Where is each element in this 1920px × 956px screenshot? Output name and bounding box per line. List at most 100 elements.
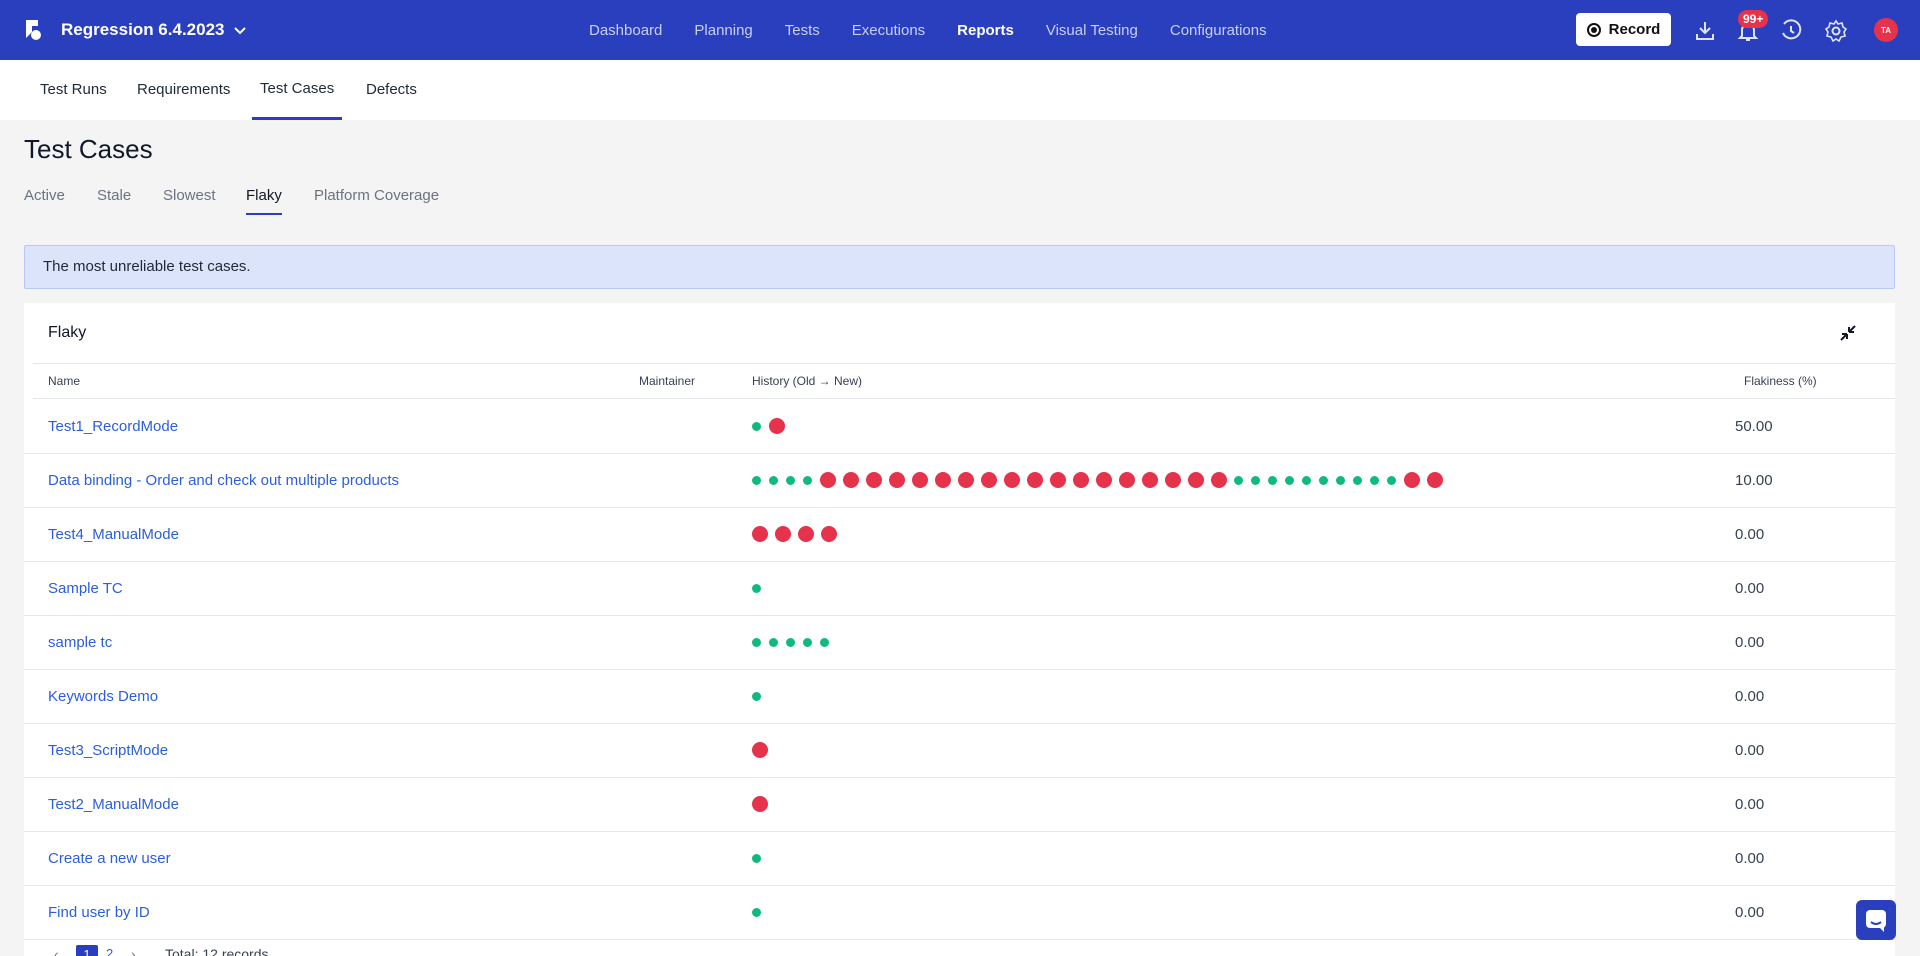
nav-configurations[interactable]: Configurations: [1170, 22, 1267, 39]
passed-run-dot[interactable]: [1302, 475, 1311, 485]
failed-run-dot[interactable]: [866, 472, 882, 488]
col-flakiness[interactable]: Flakiness (%): [1744, 374, 1817, 388]
record-button[interactable]: Record: [1576, 13, 1671, 46]
passed-run-dot[interactable]: [752, 907, 761, 917]
failed-run-dot[interactable]: [843, 472, 859, 488]
tab-test-cases[interactable]: Test Cases: [252, 60, 343, 120]
failed-run-dot[interactable]: [752, 796, 768, 812]
tab-slowest[interactable]: Slowest: [163, 187, 216, 204]
record-icon: [1586, 22, 1601, 37]
tab-requirements[interactable]: Requirements: [137, 60, 230, 120]
test-case-link[interactable]: Test3_ScriptMode: [48, 742, 168, 759]
failed-run-dot[interactable]: [798, 526, 814, 542]
col-maintainer[interactable]: Maintainer: [639, 374, 695, 388]
test-case-link[interactable]: Find user by ID: [48, 904, 150, 921]
page-1-button[interactable]: 1: [76, 945, 98, 956]
project-name[interactable]: Regression 6.4.2023: [61, 0, 224, 60]
top-nav: Dashboard Planning Tests Executions Repo…: [589, 0, 1299, 60]
nav-dashboard[interactable]: Dashboard: [589, 22, 662, 39]
passed-run-dot[interactable]: [1319, 475, 1328, 485]
reports-sub-nav: Test Runs Requirements Test Cases Defect…: [0, 60, 1920, 120]
failed-run-dot[interactable]: [821, 526, 837, 542]
failed-run-dot[interactable]: [1142, 472, 1158, 488]
next-page-icon[interactable]: ›: [131, 946, 136, 956]
page-2-button[interactable]: 2: [106, 946, 113, 956]
failed-run-dot[interactable]: [1004, 472, 1020, 488]
passed-run-dot[interactable]: [1387, 475, 1396, 485]
tab-platform-coverage[interactable]: Platform Coverage: [314, 187, 439, 204]
table-row: sample tc 0.00: [24, 616, 1895, 670]
failed-run-dot[interactable]: [1096, 472, 1112, 488]
passed-run-dot[interactable]: [1285, 475, 1294, 485]
col-name[interactable]: Name: [48, 374, 80, 388]
tab-test-runs[interactable]: Test Runs: [40, 60, 107, 120]
test-case-link[interactable]: Test1_RecordMode: [48, 418, 178, 435]
tab-active[interactable]: Active: [24, 187, 65, 204]
failed-run-dot[interactable]: [1404, 472, 1420, 488]
passed-run-dot[interactable]: [752, 637, 761, 647]
passed-run-dot[interactable]: [786, 637, 795, 647]
failed-run-dot[interactable]: [775, 526, 791, 542]
passed-run-dot[interactable]: [803, 475, 812, 485]
passed-run-dot[interactable]: [1353, 475, 1362, 485]
passed-run-dot[interactable]: [752, 583, 761, 593]
failed-run-dot[interactable]: [1027, 472, 1043, 488]
passed-run-dot[interactable]: [752, 691, 761, 701]
failed-run-dot[interactable]: [958, 472, 974, 488]
failed-run-dot[interactable]: [935, 472, 951, 488]
passed-run-dot[interactable]: [1234, 475, 1243, 485]
test-case-link[interactable]: Test4_ManualMode: [48, 526, 179, 543]
test-case-link[interactable]: sample tc: [48, 634, 112, 651]
passed-run-dot[interactable]: [752, 421, 761, 431]
passed-run-dot[interactable]: [1370, 475, 1379, 485]
table-row: Test4_ManualMode 0.00: [24, 508, 1895, 562]
prev-page-icon[interactable]: ‹: [54, 946, 59, 956]
failed-run-dot[interactable]: [769, 418, 785, 434]
failed-run-dot[interactable]: [1119, 472, 1135, 488]
passed-run-dot[interactable]: [803, 637, 812, 647]
passed-run-dot[interactable]: [752, 475, 761, 485]
failed-run-dot[interactable]: [1073, 472, 1089, 488]
gear-icon[interactable]: [1824, 19, 1848, 43]
failed-run-dot[interactable]: [752, 526, 768, 542]
chevron-down-icon[interactable]: [232, 22, 248, 38]
chat-support-button[interactable]: [1856, 900, 1896, 940]
download-icon[interactable]: [1693, 19, 1717, 43]
avatar[interactable]: TA: [1874, 18, 1898, 42]
passed-run-dot[interactable]: [1251, 475, 1260, 485]
failed-run-dot[interactable]: [820, 472, 836, 488]
failed-run-dot[interactable]: [1211, 472, 1227, 488]
tab-flaky[interactable]: Flaky: [246, 187, 282, 215]
nav-planning[interactable]: Planning: [694, 22, 752, 39]
test-case-link[interactable]: Create a new user: [48, 850, 171, 867]
test-case-link[interactable]: Keywords Demo: [48, 688, 158, 705]
col-history[interactable]: History (Old → New): [752, 374, 862, 388]
passed-run-dot[interactable]: [786, 475, 795, 485]
app-logo-icon[interactable]: [22, 18, 44, 42]
nav-executions[interactable]: Executions: [852, 22, 925, 39]
failed-run-dot[interactable]: [912, 472, 928, 488]
nav-visual-testing[interactable]: Visual Testing: [1046, 22, 1138, 39]
failed-run-dot[interactable]: [1165, 472, 1181, 488]
passed-run-dot[interactable]: [1268, 475, 1277, 485]
test-case-link[interactable]: Test2_ManualMode: [48, 796, 179, 813]
failed-run-dot[interactable]: [1427, 472, 1443, 488]
passed-run-dot[interactable]: [1336, 475, 1345, 485]
tab-stale[interactable]: Stale: [97, 187, 131, 204]
test-case-link[interactable]: Sample TC: [48, 580, 123, 597]
failed-run-dot[interactable]: [1050, 472, 1066, 488]
nav-reports[interactable]: Reports: [957, 22, 1014, 39]
nav-tests[interactable]: Tests: [785, 22, 820, 39]
failed-run-dot[interactable]: [752, 742, 768, 758]
passed-run-dot[interactable]: [769, 637, 778, 647]
passed-run-dot[interactable]: [820, 637, 829, 647]
passed-run-dot[interactable]: [769, 475, 778, 485]
passed-run-dot[interactable]: [752, 853, 761, 863]
failed-run-dot[interactable]: [981, 472, 997, 488]
failed-run-dot[interactable]: [889, 472, 905, 488]
test-case-link[interactable]: Data binding - Order and check out multi…: [48, 472, 399, 489]
collapse-icon[interactable]: [1838, 323, 1858, 343]
failed-run-dot[interactable]: [1188, 472, 1204, 488]
tab-defects[interactable]: Defects: [366, 60, 417, 120]
history-icon[interactable]: [1779, 19, 1803, 43]
